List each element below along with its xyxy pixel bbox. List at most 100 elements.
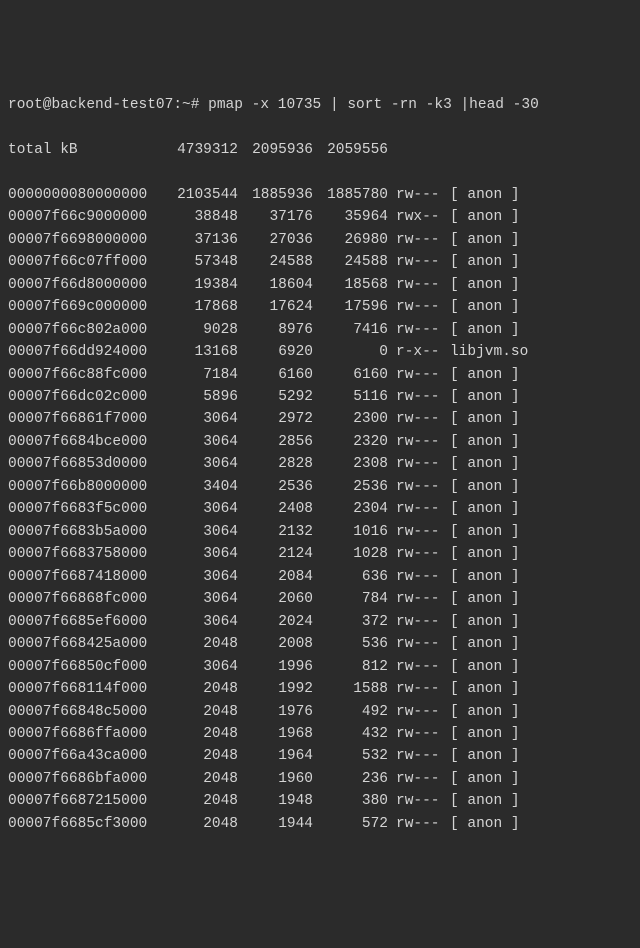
pmap-row: 00007f66a43ca00020481964532rw---[ anon ] [8, 745, 632, 767]
mapping-cell: [ anon ] [446, 723, 520, 745]
address-cell: 00007f6685ef6000 [8, 611, 163, 633]
mapping-cell: [ anon ] [446, 476, 520, 498]
pmap-row: 00007f66c9000000388483717635964rwx--[ an… [8, 206, 632, 228]
pmap-row: 00007f6685cf300020481944572rw---[ anon ] [8, 813, 632, 835]
rss-cell: 1992 [238, 678, 313, 700]
mode-cell: rw--- [388, 431, 446, 453]
total-label: total kB [8, 139, 163, 161]
dirty-cell: 812 [313, 656, 388, 678]
mode-cell: rw--- [388, 543, 446, 565]
rss-cell: 1976 [238, 701, 313, 723]
shell-prompt[interactable]: root@backend-test07:~# pmap -x 10735 | s… [8, 94, 632, 116]
dirty-cell: 1028 [313, 543, 388, 565]
address-cell: 00007f6687215000 [8, 790, 163, 812]
kbytes-cell: 3064 [163, 521, 238, 543]
dirty-cell: 6160 [313, 364, 388, 386]
rss-cell: 8976 [238, 319, 313, 341]
dirty-cell: 0 [313, 341, 388, 363]
address-cell: 00007f66c07ff000 [8, 251, 163, 273]
rss-cell: 2408 [238, 498, 313, 520]
address-cell: 00007f66c88fc000 [8, 364, 163, 386]
mapping-cell: [ anon ] [446, 453, 520, 475]
address-cell: 00007f66b8000000 [8, 476, 163, 498]
rss-cell: 2536 [238, 476, 313, 498]
rss-cell: 2828 [238, 453, 313, 475]
kbytes-cell: 2048 [163, 813, 238, 835]
mapping-cell: [ anon ] [446, 566, 520, 588]
kbytes-cell: 5896 [163, 386, 238, 408]
pmap-row: 00007f66dd9240001316869200r-x--libjvm.so [8, 341, 632, 363]
mode-cell: rw--- [388, 296, 446, 318]
mapping-cell: [ anon ] [446, 386, 520, 408]
mode-cell: r-x-- [388, 341, 446, 363]
address-cell: 00007f66853d0000 [8, 453, 163, 475]
pmap-row: 00007f66850cf00030641996812rw---[ anon ] [8, 656, 632, 678]
dirty-cell: 35964 [313, 206, 388, 228]
mapping-cell: [ anon ] [446, 184, 520, 206]
mapping-cell: [ anon ] [446, 543, 520, 565]
rss-cell: 37176 [238, 206, 313, 228]
pmap-row: 00007f6683758000306421241028rw---[ anon … [8, 543, 632, 565]
dirty-cell: 372 [313, 611, 388, 633]
kbytes-cell: 3064 [163, 656, 238, 678]
rss-cell: 2972 [238, 408, 313, 430]
kbytes-cell: 37136 [163, 229, 238, 251]
pmap-row: 00007f669c000000178681762417596rw---[ an… [8, 296, 632, 318]
address-cell: 00007f66c9000000 [8, 206, 163, 228]
address-cell: 00007f6686ffa000 [8, 723, 163, 745]
rss-cell: 18604 [238, 274, 313, 296]
address-cell: 00007f6683758000 [8, 543, 163, 565]
address-cell: 00007f66868fc000 [8, 588, 163, 610]
dirty-cell: 24588 [313, 251, 388, 273]
dirty-cell: 5116 [313, 386, 388, 408]
dirty-cell: 2320 [313, 431, 388, 453]
mapping-cell: [ anon ] [446, 229, 520, 251]
mapping-cell: [ anon ] [446, 678, 520, 700]
kbytes-cell: 3064 [163, 453, 238, 475]
mapping-cell: [ anon ] [446, 206, 520, 228]
dirty-cell: 784 [313, 588, 388, 610]
dirty-cell: 532 [313, 745, 388, 767]
rss-cell: 24588 [238, 251, 313, 273]
rss-cell: 5292 [238, 386, 313, 408]
kbytes-cell: 2048 [163, 790, 238, 812]
mapping-cell: [ anon ] [446, 408, 520, 430]
mode-cell: rw--- [388, 723, 446, 745]
address-cell: 0000000080000000 [8, 184, 163, 206]
mapping-cell: [ anon ] [446, 431, 520, 453]
pmap-row: 00007f6684bce000306428562320rw---[ anon … [8, 431, 632, 453]
address-cell: 00007f66848c5000 [8, 701, 163, 723]
rss-cell: 1948 [238, 790, 313, 812]
kbytes-cell: 2103544 [163, 184, 238, 206]
pmap-row: 00007f6683f5c000306424082304rw---[ anon … [8, 498, 632, 520]
kbytes-cell: 2048 [163, 723, 238, 745]
mapping-cell: [ anon ] [446, 633, 520, 655]
mapping-cell: [ anon ] [446, 790, 520, 812]
pmap-row: 00007f6698000000371362703626980rw---[ an… [8, 229, 632, 251]
dirty-cell: 380 [313, 790, 388, 812]
mode-cell: rw--- [388, 229, 446, 251]
pmap-row: 00007f6686bfa00020481960236rw---[ anon ] [8, 768, 632, 790]
rss-cell: 1944 [238, 813, 313, 835]
mode-cell: rw--- [388, 790, 446, 812]
kbytes-cell: 7184 [163, 364, 238, 386]
kbytes-cell: 3404 [163, 476, 238, 498]
mapping-cell: [ anon ] [446, 274, 520, 296]
pmap-row: 00007f66848c500020481976492rw---[ anon ] [8, 701, 632, 723]
pmap-row: 00007f6685ef600030642024372rw---[ anon ] [8, 611, 632, 633]
mode-cell: rw--- [388, 476, 446, 498]
pmap-row: 00007f66b8000000340425362536rw---[ anon … [8, 476, 632, 498]
rss-cell: 6160 [238, 364, 313, 386]
mode-cell: rw--- [388, 656, 446, 678]
mapping-cell: [ anon ] [446, 498, 520, 520]
rss-cell: 27036 [238, 229, 313, 251]
mode-cell: rw--- [388, 364, 446, 386]
pmap-row: 00007f66d8000000193841860418568rw---[ an… [8, 274, 632, 296]
rss-cell: 2084 [238, 566, 313, 588]
mode-cell: rw--- [388, 588, 446, 610]
kbytes-cell: 3064 [163, 543, 238, 565]
rss-cell: 2124 [238, 543, 313, 565]
kbytes-cell: 38848 [163, 206, 238, 228]
address-cell: 00007f6684bce000 [8, 431, 163, 453]
pmap-row: 00007f668114f000204819921588rw---[ anon … [8, 678, 632, 700]
